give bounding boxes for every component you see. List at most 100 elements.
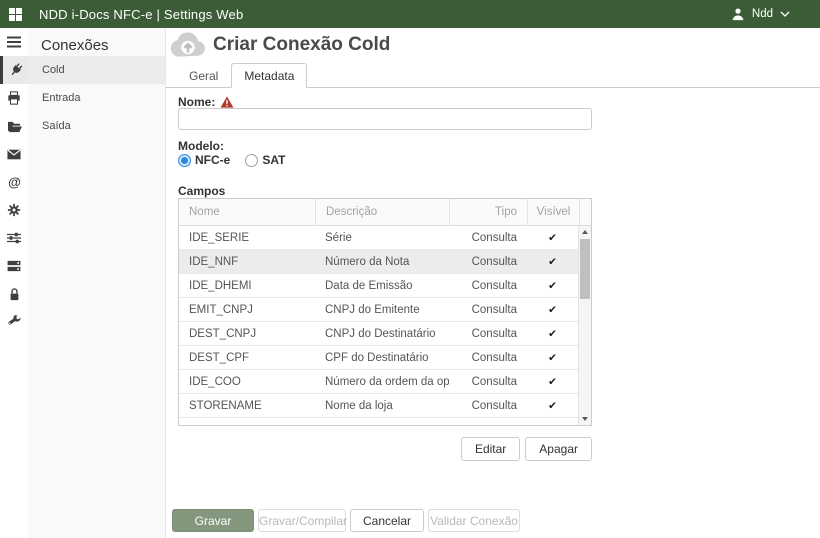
cell-nome: DEST_CNPJ — [179, 328, 315, 340]
cell-nome: IDE_COO — [179, 376, 315, 388]
apagar-button[interactable]: Apagar — [525, 437, 592, 461]
table-row[interactable]: IDE_COO Número da ordem da operaç... Con… — [179, 370, 578, 394]
scroll-up-icon[interactable] — [579, 226, 591, 238]
tab-bar: Geral Metadata — [166, 64, 820, 88]
radio-nfce-dot — [178, 154, 191, 167]
cell-descricao: Número da ordem da operaç... — [315, 376, 449, 388]
tab-metadata[interactable]: Metadata — [231, 63, 307, 88]
cell-tipo: Consulta — [449, 304, 527, 316]
nome-label-row: Nome: — [178, 95, 234, 109]
validar-conexao-button[interactable]: Validar Conexão — [428, 509, 520, 532]
table-actions: Editar Apagar — [178, 437, 592, 461]
radio-sat-dot — [245, 154, 258, 167]
sidebar-item-connections[interactable] — [0, 56, 28, 84]
cell-descricao: Série — [315, 232, 449, 244]
at-sign-icon[interactable]: @ — [0, 168, 28, 196]
cell-tipo: Consulta — [449, 328, 527, 340]
modelo-label: Modelo: — [178, 139, 224, 153]
check-icon: ✔ — [527, 400, 578, 412]
scrollbar-thumb[interactable] — [580, 239, 590, 299]
mail-icon[interactable] — [0, 140, 28, 168]
nome-label: Nome: — [178, 95, 215, 109]
table-row[interactable]: IDE_DHEMI Data de Emissão Consulta ✔ — [179, 274, 578, 298]
wrench-icon[interactable] — [0, 308, 28, 336]
cell-nome: EMIT_CNPJ — [179, 304, 315, 316]
gravar-compilar-button[interactable]: Gravar/Compilar — [258, 509, 346, 532]
page-title: Criar Conexão Cold — [213, 34, 390, 56]
gear-icon[interactable] — [0, 196, 28, 224]
table-header-row: Nome Descrição Tipo Visível — [179, 199, 591, 226]
table-row[interactable]: DEST_CNPJ CNPJ do Destinatário Consulta … — [179, 322, 578, 346]
gravar-button[interactable]: Gravar — [172, 509, 254, 532]
check-icon: ✔ — [527, 328, 578, 340]
check-icon: ✔ — [527, 352, 578, 364]
check-icon: ✔ — [527, 232, 578, 244]
cell-tipo: Consulta — [449, 256, 527, 268]
sidebar-item-entrada[interactable]: Entrada — [28, 84, 165, 112]
top-bar: NDD i-Docs NFC-e | Settings Web Ndd — [0, 0, 820, 28]
table-row[interactable]: STORENAME Nome da loja Consulta ✔ — [179, 394, 578, 418]
scroll-down-icon[interactable] — [579, 413, 591, 425]
radio-sat[interactable]: SAT — [245, 153, 285, 167]
editar-button[interactable]: Editar — [461, 437, 520, 461]
lock-icon[interactable] — [0, 280, 28, 308]
nome-input[interactable] — [178, 108, 592, 130]
cell-tipo: Consulta — [449, 352, 527, 364]
sidebar-item-cold[interactable]: Cold — [28, 56, 165, 84]
cell-descricao: Nome da loja — [315, 400, 449, 412]
cell-tipo: Consulta — [449, 232, 527, 244]
cell-nome: IDE_SERIE — [179, 232, 315, 244]
cell-nome: DEST_CPF — [179, 352, 315, 364]
plug-icon — [6, 60, 26, 80]
tab-geral[interactable]: Geral — [176, 63, 231, 88]
connections-panel: Conexões Cold Entrada Saída — [28, 28, 166, 538]
cell-descricao: CNPJ do Destinatário — [315, 328, 449, 340]
table-row[interactable]: IDE_NNF Número da Nota Consulta ✔ — [179, 250, 578, 274]
app-launcher-icon[interactable] — [9, 8, 22, 21]
radio-nfce-label: NFC-e — [195, 153, 230, 167]
menu-icon[interactable] — [0, 28, 28, 56]
table-row[interactable]: DEST_CPF CPF do Destinatário Consulta ✔ — [179, 346, 578, 370]
cell-tipo: Consulta — [449, 400, 527, 412]
cell-nome: IDE_DHEMI — [179, 280, 315, 292]
radio-nfce[interactable]: NFC-e — [178, 153, 230, 167]
cell-descricao: CNPJ do Emitente — [315, 304, 449, 316]
cell-descricao: Número da Nota — [315, 256, 449, 268]
printer-icon[interactable] — [0, 84, 28, 112]
folder-open-icon[interactable] — [0, 112, 28, 140]
footer-actions: Gravar Gravar/Compilar Cancelar Validar … — [172, 509, 520, 532]
table-body: IDE_SERIE Série Consulta ✔ IDE_NNF Númer… — [179, 226, 578, 425]
table-scrollbar[interactable] — [578, 226, 591, 425]
campos-label: Campos — [178, 184, 225, 198]
col-header-spacer — [579, 199, 591, 225]
icon-rail: @ — [0, 28, 28, 538]
table-row[interactable]: EMIT_CNPJ CNPJ do Emitente Consulta ✔ — [179, 298, 578, 322]
warning-icon — [220, 96, 234, 108]
check-icon: ✔ — [527, 280, 578, 292]
server-icon[interactable] — [0, 252, 28, 280]
table-row[interactable]: IDE_SERIE Série Consulta ✔ — [179, 226, 578, 250]
user-menu[interactable]: Ndd — [731, 7, 790, 21]
cell-descricao: CPF do Destinatário — [315, 352, 449, 364]
user-icon — [731, 7, 745, 21]
sliders-icon[interactable] — [0, 224, 28, 252]
cancelar-button[interactable]: Cancelar — [350, 509, 424, 532]
modelo-radio-group: NFC-e SAT — [178, 153, 285, 167]
col-header-nome[interactable]: Nome — [179, 199, 315, 225]
radio-sat-label: SAT — [262, 153, 285, 167]
col-header-tipo[interactable]: Tipo — [449, 199, 527, 225]
page-header: Criar Conexão Cold — [168, 30, 390, 60]
check-icon: ✔ — [527, 304, 578, 316]
col-header-visivel[interactable]: Visível — [527, 199, 579, 225]
sidebar-item-saida[interactable]: Saída — [28, 112, 165, 140]
cell-descricao: Data de Emissão — [315, 280, 449, 292]
app-title: NDD i-Docs NFC-e | Settings Web — [39, 7, 243, 22]
col-header-descricao[interactable]: Descrição — [315, 199, 449, 225]
main-content: Criar Conexão Cold Geral Metadata Nome: … — [166, 28, 820, 538]
chevron-down-icon — [780, 11, 790, 17]
cell-tipo: Consulta — [449, 280, 527, 292]
check-icon: ✔ — [527, 376, 578, 388]
svg-text:@: @ — [8, 175, 21, 190]
cell-tipo: Consulta — [449, 376, 527, 388]
user-name: Ndd — [752, 8, 773, 20]
